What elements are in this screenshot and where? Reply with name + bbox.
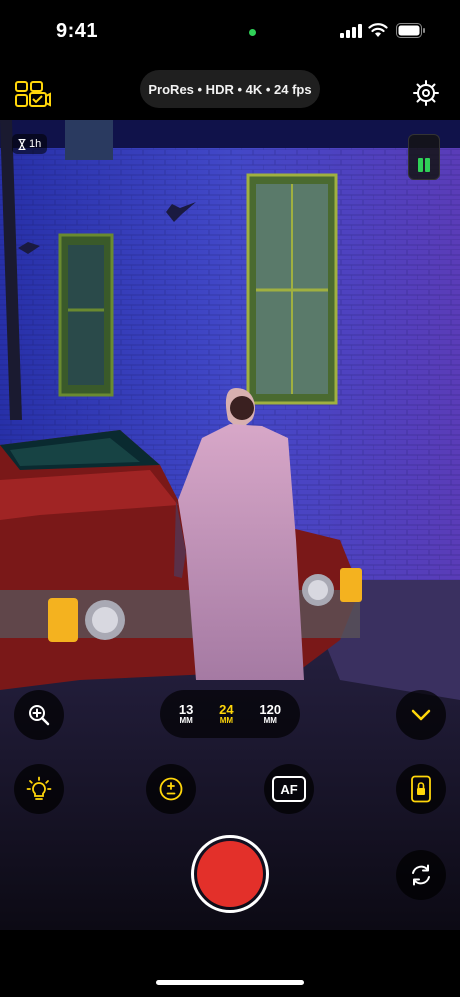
top-controls: ProRes • HDR • 4K • 24 fps	[0, 62, 460, 120]
format-selector-icon[interactable]	[14, 80, 52, 108]
record-indicator	[197, 841, 263, 907]
orientation-lock-icon	[411, 775, 431, 803]
lens-unit: MM	[263, 716, 277, 725]
lens-selector: 13 MM 24 MM 120 MM	[160, 690, 300, 738]
lens-unit: MM	[179, 716, 193, 725]
zoom-button[interactable]	[14, 690, 64, 740]
zoom-icon	[29, 705, 50, 726]
cellular-signal-icon	[340, 24, 362, 38]
exposure-lighting-button[interactable]	[14, 764, 64, 814]
recording-time-remaining: 1h	[12, 134, 48, 154]
flip-camera-icon	[412, 864, 430, 886]
more-controls-button[interactable]	[396, 690, 446, 740]
format-label: ProRes • HDR • 4K • 24 fps	[148, 81, 312, 97]
viewfinder[interactable]: 1h 13 MM 24 MM 120 MM AF	[0, 120, 460, 930]
lens-value: 120	[259, 702, 282, 717]
chevron-down-icon	[411, 709, 431, 721]
orientation-lock-button[interactable]	[396, 764, 446, 814]
timer-label: 1h	[29, 138, 42, 150]
settings-icon[interactable]	[412, 79, 440, 107]
autofocus-button[interactable]: AF	[264, 764, 314, 814]
lens-unit: MM	[219, 716, 234, 725]
lens-option-13mm[interactable]: 13 MM	[179, 703, 193, 725]
camera-in-use-indicator	[249, 29, 256, 36]
status-bar: 9:41	[0, 0, 460, 62]
format-pill[interactable]: ProRes • HDR • 4K • 24 fps	[140, 70, 320, 108]
wifi-icon	[368, 23, 388, 37]
home-indicator[interactable]	[156, 980, 304, 985]
audio-level-left	[418, 158, 423, 172]
camera-preview	[0, 120, 460, 930]
exposure-compensation-icon	[159, 777, 183, 801]
lens-value: 13	[178, 702, 194, 717]
exposure-compensation-button[interactable]	[146, 764, 196, 814]
autofocus-icon: AF	[272, 776, 306, 802]
status-time: 9:41	[56, 20, 99, 42]
af-label: AF	[280, 781, 298, 797]
flip-camera-button[interactable]	[396, 850, 446, 900]
audio-level-right	[425, 158, 430, 172]
lens-option-120mm[interactable]: 120 MM	[259, 703, 281, 725]
record-button[interactable]	[191, 835, 269, 913]
lens-value: 24	[219, 702, 234, 717]
battery-icon	[396, 23, 425, 38]
audio-level-meter[interactable]	[408, 134, 440, 180]
lens-option-24mm[interactable]: 24 MM	[219, 703, 233, 725]
hourglass-icon	[18, 138, 26, 150]
exposure-bulb-icon	[26, 776, 52, 800]
